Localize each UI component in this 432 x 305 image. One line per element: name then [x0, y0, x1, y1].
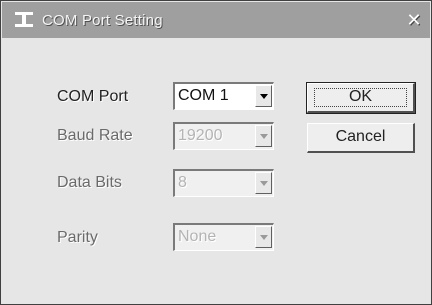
data-bits-label: Data Bits [57, 174, 122, 191]
chevron-down-icon [260, 134, 268, 139]
data-bits-value: 8 [178, 174, 187, 191]
close-icon[interactable]: ✕ [404, 9, 424, 31]
chevron-down-icon [260, 181, 268, 186]
com-port-select[interactable]: COM 1 [173, 82, 274, 110]
com-port-setting-dialog: COM Port Setting ✕ COM Port COM 1 Baud R… [0, 0, 432, 305]
parity-label: Parity [57, 229, 98, 246]
window-title: COM Port Setting [42, 12, 163, 29]
ok-button-label: OK [348, 88, 373, 105]
baud-rate-select[interactable]: 19200 [173, 122, 274, 150]
title-bar[interactable]: COM Port Setting ✕ [2, 2, 430, 38]
chevron-down-icon [260, 235, 268, 240]
parity-dropdown-button[interactable] [255, 226, 272, 248]
baud-rate-value: 19200 [178, 127, 223, 144]
parity-value: None [178, 228, 217, 245]
com-port-value: COM 1 [178, 87, 229, 104]
ok-button[interactable]: OK [306, 82, 416, 114]
data-bits-dropdown-button[interactable] [255, 172, 272, 194]
chevron-down-icon [260, 94, 268, 99]
com-port-label: COM Port [57, 88, 129, 105]
parity-select[interactable]: None [173, 223, 274, 251]
cancel-button[interactable]: Cancel [307, 123, 415, 153]
com-port-dropdown-button[interactable] [255, 85, 272, 107]
serial-port-icon [15, 12, 33, 27]
baud-rate-dropdown-button[interactable] [255, 125, 272, 147]
data-bits-select[interactable]: 8 [173, 169, 274, 197]
baud-rate-label: Baud Rate [57, 127, 133, 144]
cancel-button-label: Cancel [335, 128, 386, 145]
